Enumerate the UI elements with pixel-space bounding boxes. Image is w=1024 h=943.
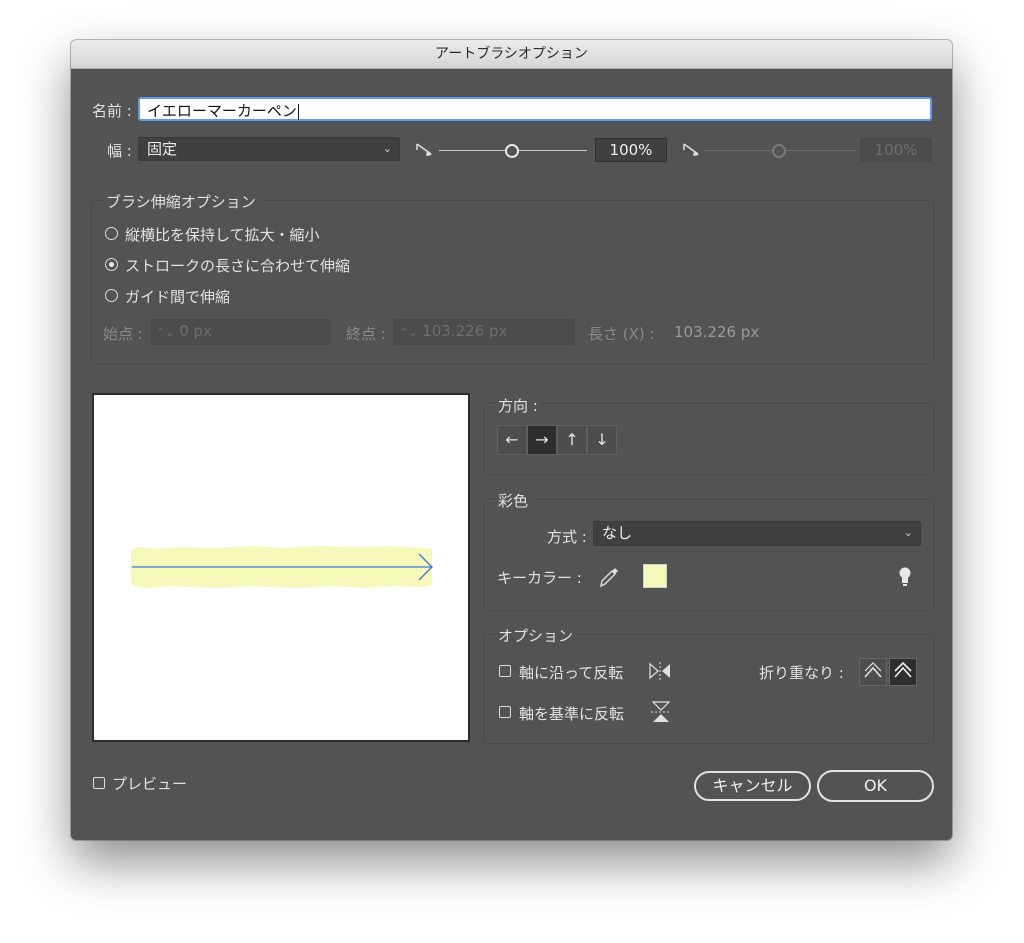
end-label: 終点 :: [346, 325, 386, 343]
chevron-down-icon: ⌄: [903, 526, 913, 539]
preview-checkbox[interactable]: [93, 777, 105, 789]
width-dropdown-value: 固定: [147, 140, 178, 158]
ok-button[interactable]: OK: [817, 770, 934, 802]
direction-left-button[interactable]: ←: [497, 425, 527, 455]
radio-stretch-to-fit[interactable]: [105, 258, 118, 271]
colorization-title: 彩色: [495, 490, 532, 511]
direction-right-button[interactable]: →: [527, 425, 557, 455]
min-width-icon: [416, 143, 432, 156]
radio-stretch-between-guides-label[interactable]: ガイド間で伸縮: [125, 286, 230, 307]
name-field[interactable]: イエローマーカーペン: [138, 97, 932, 121]
name-value: イエローマーカーペン: [147, 102, 297, 120]
overlap-adjust-folds-button[interactable]: [889, 658, 917, 686]
start-label: 始点 :: [103, 325, 143, 343]
radio-stretch-to-fit-label[interactable]: ストロークの長さに合わせて伸縮: [125, 255, 350, 276]
flip-along-icon: [649, 662, 670, 680]
cancel-button[interactable]: キャンセル: [694, 771, 811, 801]
method-label: 方式 :: [547, 528, 587, 546]
direction-up-button[interactable]: ↑: [557, 425, 587, 455]
flip-along-label[interactable]: 軸に沿って反転: [519, 662, 623, 683]
key-color-label: キーカラー :: [497, 569, 582, 587]
end-field: ⌃⌄ 103.226 px: [394, 319, 574, 345]
direction-title: 方向 :: [495, 395, 541, 416]
lightbulb-icon[interactable]: [897, 566, 913, 588]
overlap-label: 折り重なり :: [759, 664, 844, 682]
art-brush-options-dialog: アートブラシオプション 名前 : イエローマーカーペン 幅 : 固定 ⌄ 100…: [71, 40, 952, 840]
flip-along-checkbox[interactable]: [499, 665, 511, 677]
brush-stroke-preview: [131, 546, 433, 588]
overlap-folds-icon: [894, 661, 912, 678]
flip-across-icon: [651, 701, 671, 722]
window-title: アートブラシオプション: [71, 40, 952, 69]
flip-across-checkbox[interactable]: [499, 706, 511, 718]
scale-options-title: ブラシ伸縮オプション: [103, 191, 259, 212]
width-label: 幅 :: [107, 142, 132, 160]
brush-preview: [92, 393, 470, 742]
name-label: 名前 :: [92, 102, 132, 120]
eyedropper-icon[interactable]: [598, 565, 620, 589]
preview-label[interactable]: プレビュー: [112, 773, 187, 794]
width-slider-knob[interactable]: [505, 144, 519, 158]
options-title: オプション: [495, 625, 577, 646]
chevron-down-icon: ⌄: [382, 142, 392, 155]
method-dropdown[interactable]: なし ⌄: [593, 521, 921, 546]
overlap-corners-icon: [864, 662, 882, 678]
stepper-icon: ⌃⌄: [399, 326, 418, 339]
key-color-swatch[interactable]: [643, 564, 667, 588]
min-width-field[interactable]: 100%: [595, 138, 667, 162]
overlap-adjust-corners-button[interactable]: [859, 658, 887, 686]
start-field: ⌃⌄ 0 px: [151, 319, 331, 345]
radio-stretch-between-guides[interactable]: [105, 289, 118, 302]
direction-down-button[interactable]: ↓: [587, 425, 617, 455]
method-dropdown-value: なし: [602, 524, 633, 542]
flip-across-label[interactable]: 軸を基準に反転: [519, 703, 624, 724]
width-dropdown[interactable]: 固定 ⌄: [138, 137, 400, 161]
max-width-field: 100%: [860, 138, 932, 162]
stepper-icon: ⌃⌄: [156, 326, 175, 339]
max-width-icon: [683, 143, 699, 156]
length-label: 長さ (X) :: [588, 325, 655, 343]
radio-proportional[interactable]: [105, 227, 118, 240]
colorization-group: [484, 499, 934, 611]
length-value: 103.226 px: [674, 323, 760, 341]
text-caret: [297, 103, 299, 120]
radio-proportional-label[interactable]: 縦横比を保持して拡大・縮小: [125, 224, 320, 245]
end-value: 103.226 px: [422, 322, 508, 340]
max-width-slider-knob: [772, 144, 786, 158]
options-group: [484, 634, 934, 744]
start-value: 0 px: [179, 322, 212, 340]
